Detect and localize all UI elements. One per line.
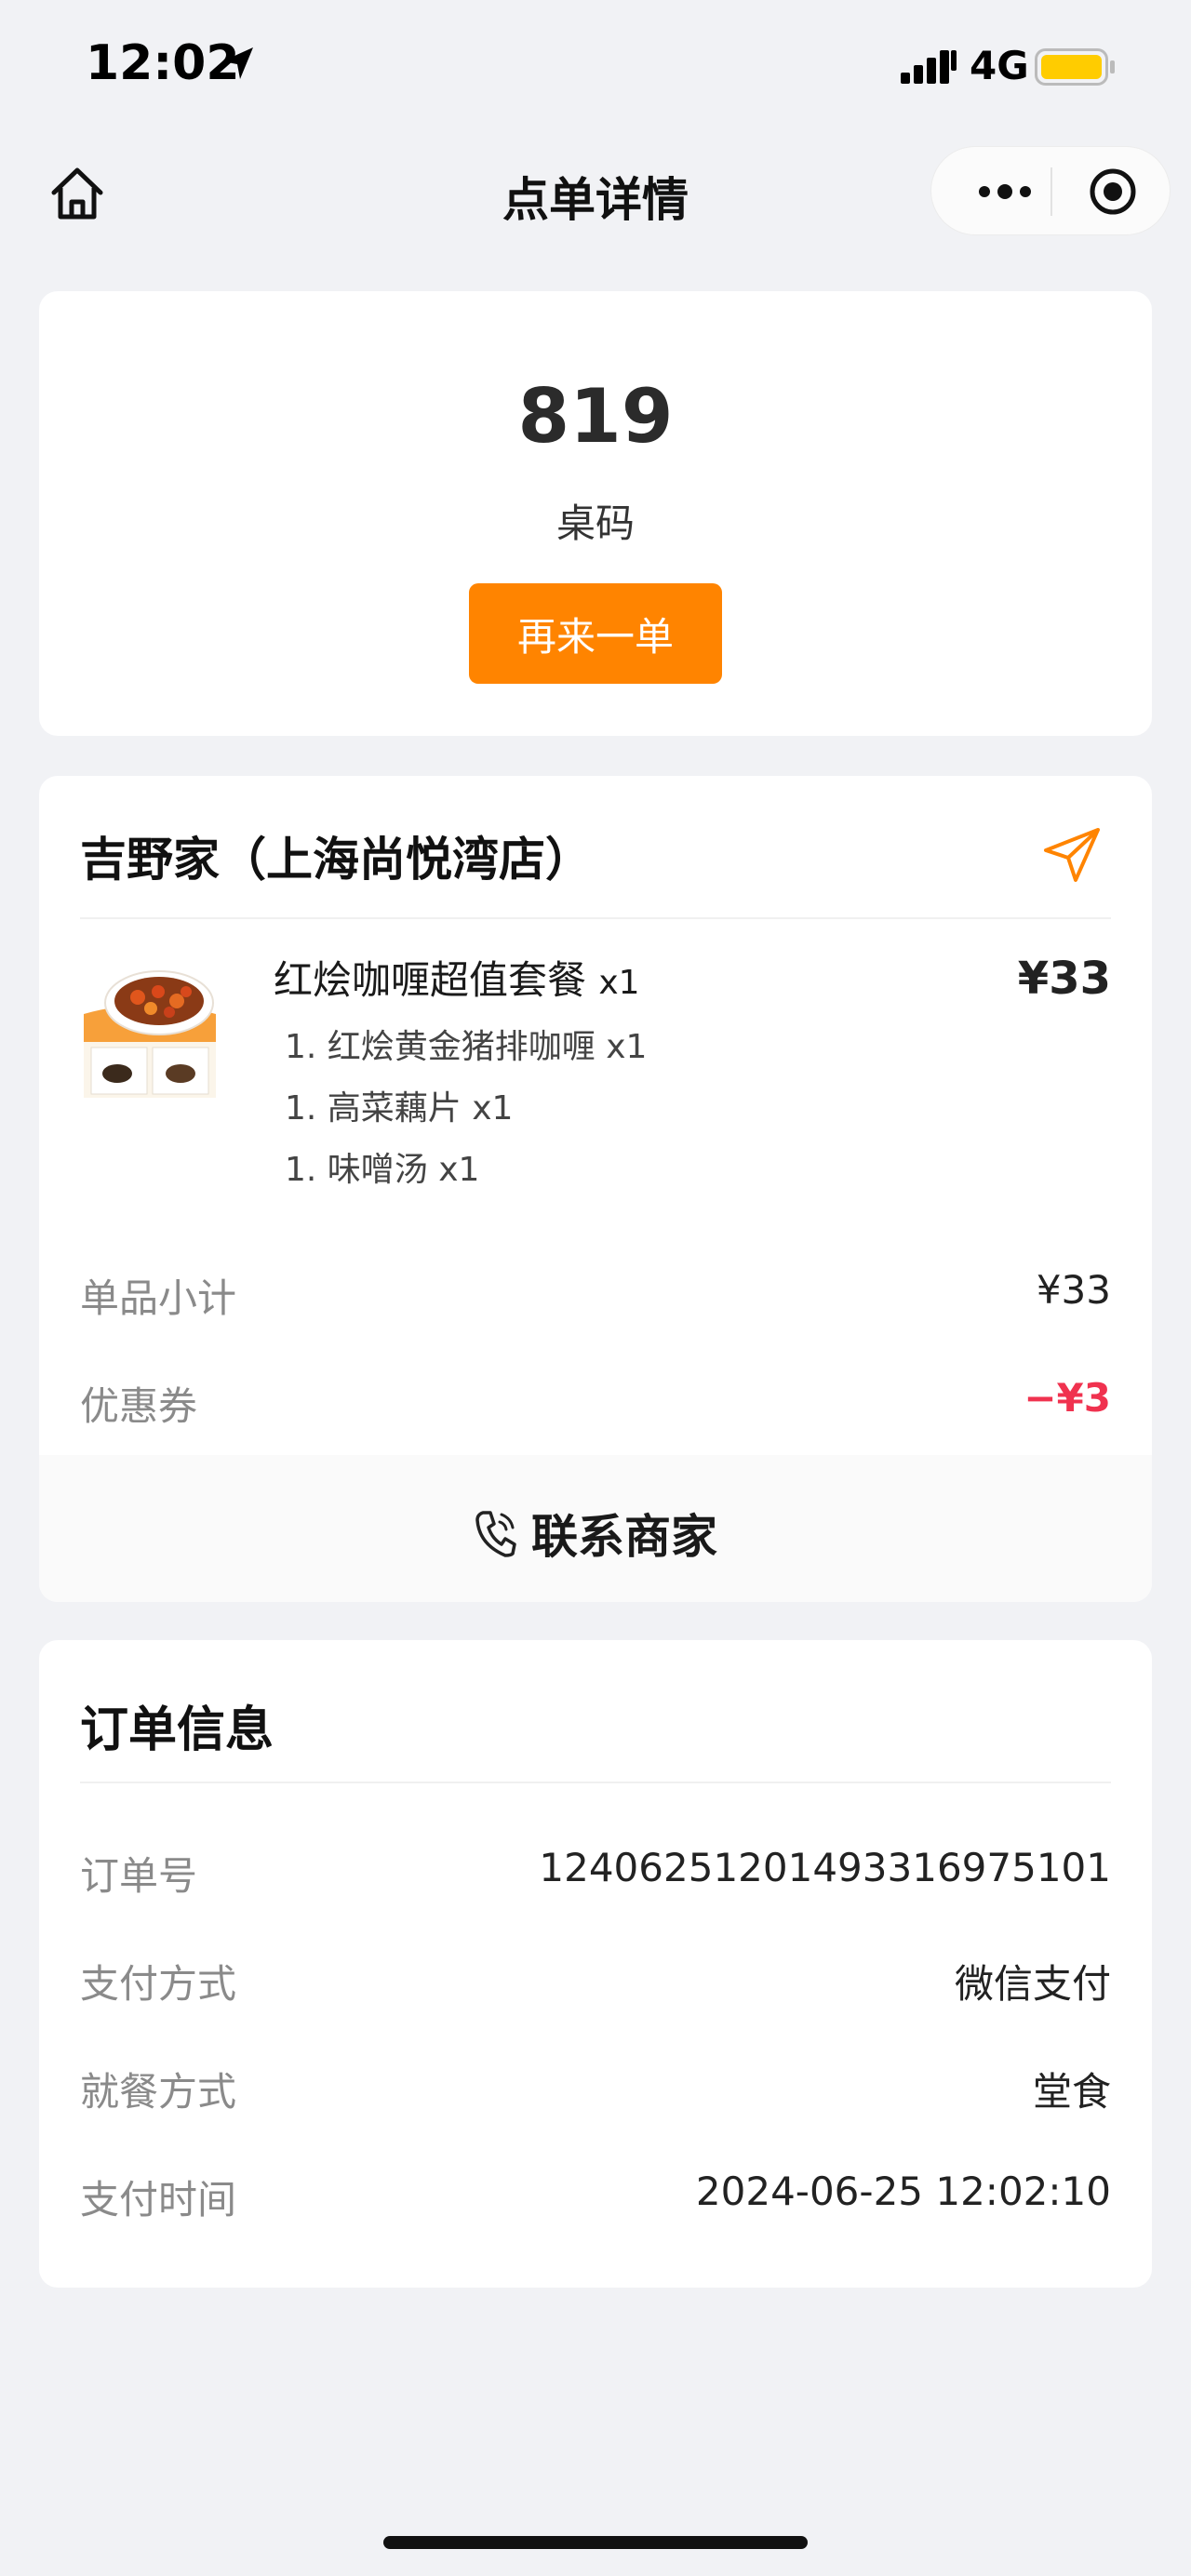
table-code-label: 桌码 bbox=[555, 501, 635, 546]
order-card: 吉野家（上海尚悦湾店） 红烩咖喱超值套餐 x1 ¥33 1. 红烩黄金猪排咖喱 … bbox=[39, 776, 1152, 1602]
order-info-title: 订单信息 bbox=[80, 1702, 274, 1758]
network-type: 4G bbox=[970, 43, 1029, 88]
sub-item: 1. 高菜藕片 x1 bbox=[285, 1089, 514, 1128]
mini-program-capsule bbox=[930, 146, 1171, 235]
store-name[interactable]: 吉野家（上海尚悦湾店） bbox=[80, 822, 592, 889]
payment-method-label: 支付方式 bbox=[80, 1961, 237, 2007]
contact-merchant-label: 联系商家 bbox=[531, 1510, 717, 1564]
dish-price: ¥33 bbox=[1017, 953, 1111, 1005]
nav-bar: 点单详情 bbox=[0, 135, 1191, 251]
order-info-card: 订单信息 订单号 1240625120149331697510​1 支付方式 微… bbox=[39, 1640, 1152, 2288]
payment-time-label: 支付时间 bbox=[80, 2177, 237, 2222]
sub-item: 1. 红烩黄金猪排咖喱 x1 bbox=[285, 1028, 648, 1066]
coupon-label: 优惠券 bbox=[80, 1383, 198, 1429]
sub-item: 1. 味噌汤 x1 bbox=[285, 1151, 480, 1189]
dish-name-text: 红烩咖喱超值套餐 bbox=[274, 957, 587, 1003]
close-button[interactable] bbox=[1071, 147, 1155, 236]
more-icon bbox=[979, 184, 1031, 199]
phone-icon bbox=[475, 1511, 516, 1557]
more-button[interactable] bbox=[963, 147, 1047, 236]
home-indicator[interactable] bbox=[383, 2536, 808, 2549]
table-number: 819 bbox=[517, 373, 674, 460]
coupon-value: −¥3 bbox=[1024, 1375, 1111, 1421]
capsule-divider bbox=[1050, 167, 1052, 216]
dining-method-value: 堂食 bbox=[1032, 2069, 1111, 2115]
payment-method-value: 微信支付 bbox=[954, 1961, 1111, 2007]
location-arrow-icon bbox=[220, 45, 257, 86]
table-code-card: 819 桌码 再来一单 bbox=[39, 291, 1152, 736]
subtotal-label: 单品小计 bbox=[80, 1275, 237, 1321]
battery-icon bbox=[1035, 48, 1117, 89]
order-number-label: 订单号 bbox=[80, 1853, 198, 1899]
order-number-value: 1240625120149331697510​1 bbox=[539, 1845, 1111, 1890]
dining-method-label: 就餐方式 bbox=[80, 2069, 237, 2115]
divider bbox=[80, 917, 1111, 919]
close-target-icon bbox=[1090, 168, 1136, 215]
signal-icon bbox=[901, 48, 960, 89]
dish-image bbox=[80, 958, 227, 1105]
status-bar: 12:02 4G bbox=[0, 0, 1191, 135]
dish-qty: x1 bbox=[598, 964, 640, 1002]
subtotal-value: ¥33 bbox=[1036, 1267, 1111, 1313]
navigate-icon[interactable] bbox=[1038, 822, 1105, 889]
payment-time-value: 2024-06-25 12:02:10 bbox=[695, 2169, 1111, 2214]
dish-name: 红烩咖喱超值套餐 x1 bbox=[274, 949, 640, 1006]
contact-merchant-button[interactable]: 联系商家 bbox=[39, 1455, 1152, 1602]
divider bbox=[80, 1782, 1111, 1783]
status-time: 12:02 bbox=[86, 35, 240, 91]
reorder-button[interactable]: 再来一单 bbox=[469, 583, 722, 684]
